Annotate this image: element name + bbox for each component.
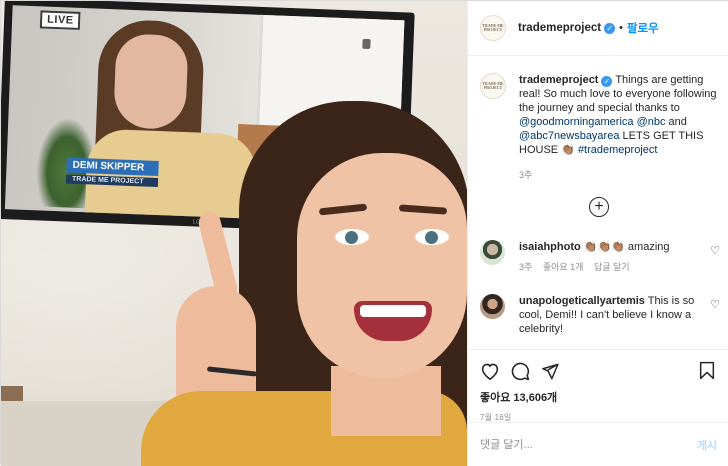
load-more-comments-button[interactable]: +: [589, 197, 609, 217]
post-header: TRADE ME PROJECT trademeproject ✓ • 팔로우: [468, 1, 728, 56]
comment-item: isaiahphoto 👏🏽👏🏽👏🏽 amazing 3주 좋아요 1개 답글 …: [480, 240, 720, 273]
comment-time[interactable]: 3주: [519, 262, 532, 272]
mention-abc7newsbayarea[interactable]: @abc7newsbayarea: [519, 130, 619, 142]
comment-text: unapologeticallyartemis This is so cool,…: [519, 294, 720, 336]
like-heart-icon[interactable]: [480, 362, 500, 380]
selfie-person: [1, 1, 467, 466]
action-icons-row: [480, 360, 717, 382]
caption-avatar-logo-text: TRADE ME PROJECT: [482, 81, 504, 90]
verified-badge-icon: ✓: [604, 22, 616, 34]
comment-like-heart-icon[interactable]: ♡: [710, 298, 720, 311]
mention-goodmorningamerica[interactable]: @goodmorningamerica: [519, 116, 634, 128]
add-comment-input[interactable]: [480, 438, 697, 451]
caption-timestamp[interactable]: 3주: [519, 168, 720, 181]
face: [297, 153, 467, 378]
comment-likes[interactable]: 좋아요 1개: [543, 262, 584, 272]
comment-text: isaiahphoto 👏🏽👏🏽👏🏽 amazing: [519, 240, 720, 254]
avatar-logo-text: TRADE ME PROJECT: [482, 23, 504, 32]
avatar[interactable]: TRADE ME PROJECT: [480, 15, 506, 41]
comment-body: 👏🏽👏🏽👏🏽 amazing: [580, 241, 670, 253]
eye-left: [335, 229, 369, 245]
instagram-post: LIVE DEMI SKIPPER TRADE ME PROJECT LG TR…: [0, 0, 728, 466]
comment-item: unapologeticallyartemis This is so cool,…: [480, 294, 720, 336]
post-actions: 좋아요 13,606개 7월 16일: [468, 349, 728, 429]
comment-meta: 3주 좋아요 1개 답글 달기: [519, 260, 720, 273]
post-caption: TRADE ME PROJECT trademeproject ✓ Things …: [480, 73, 720, 181]
reply-button[interactable]: 답글 달기: [594, 262, 630, 272]
eye-right: [415, 229, 449, 245]
likes-count[interactable]: 좋아요 13,606개: [480, 389, 717, 405]
post-side-panel: TRADE ME PROJECT trademeproject ✓ • 팔로우 …: [467, 1, 728, 466]
header-separator: •: [619, 22, 623, 34]
caption-verified-badge-icon: ✓: [601, 76, 613, 87]
comment-avatar[interactable]: [480, 240, 505, 265]
comment-like-heart-icon[interactable]: ♡: [710, 244, 720, 257]
caption-username[interactable]: trademeproject: [519, 74, 598, 86]
header-username[interactable]: trademeproject: [518, 22, 601, 34]
post-photo[interactable]: LIVE DEMI SKIPPER TRADE ME PROJECT LG: [1, 1, 467, 466]
hashtag-link[interactable]: #trademeproject: [578, 144, 658, 156]
plus-icon: +: [594, 198, 604, 215]
follow-button[interactable]: 팔로우: [627, 20, 659, 36]
comment-username[interactable]: unapologeticallyartemis: [519, 295, 645, 307]
comment-bubble-icon[interactable]: [510, 361, 530, 381]
mention-nbc[interactable]: @nbc: [637, 116, 666, 128]
bookmark-icon[interactable]: [699, 361, 715, 380]
add-comment-bar: 게시: [468, 422, 728, 466]
caption-body-2: and: [665, 116, 687, 128]
share-paper-plane-icon[interactable]: [540, 362, 560, 381]
comment-avatar[interactable]: [480, 294, 505, 319]
caption-avatar[interactable]: TRADE ME PROJECT: [480, 73, 506, 99]
comment-username[interactable]: isaiahphoto: [519, 241, 581, 253]
caption-text: trademeproject ✓ Things are getting real!…: [519, 73, 720, 157]
post-comment-button[interactable]: 게시: [697, 437, 717, 453]
